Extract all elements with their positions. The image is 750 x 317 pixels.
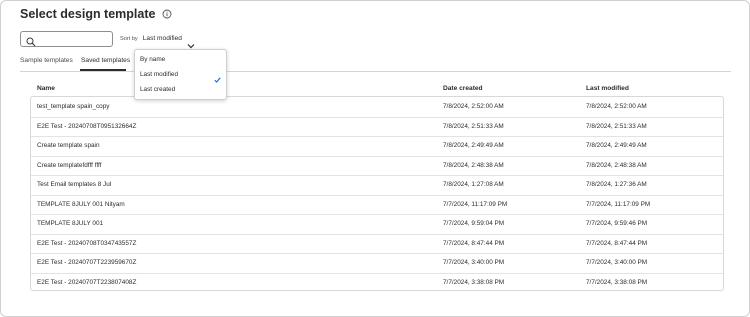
sort-control[interactable]: Sort by Last modified [120,35,195,48]
table-row[interactable]: Create templatefdfff ffff 7/8/2024, 2:48… [31,156,723,176]
date-created: 7/8/2024, 2:52:00 AM [443,103,504,110]
last-modified: 7/7/2024, 11:17:09 PM [586,200,651,208]
template-name: TEMPLATE 8JULY 001 Nityam [37,200,125,208]
title-row: Select design template [20,7,172,21]
date-created: 7/8/2024, 1:27:08 AM [443,181,504,188]
sort-label: Sort by [120,35,138,42]
info-icon[interactable] [162,9,172,19]
template-name: TEMPLATE 8JULY 001 [37,220,104,227]
last-modified: 7/8/2024, 1:27:36 AM [586,181,647,188]
tab-saved-templates[interactable]: Saved templates [81,57,130,64]
page-title: Select design template [20,7,156,21]
column-header-name[interactable]: Name [37,85,55,92]
template-name: Test Email templates 8 Jul [37,181,112,188]
template-name: E2E Test - 20240707T223959670Z [37,259,137,266]
table-row[interactable]: TEMPLATE 8JULY 001 Nityam 7/7/2024, 11:1… [31,195,723,215]
last-modified: 7/8/2024, 2:49:49 AM [586,142,647,149]
search-input[interactable] [20,31,113,47]
templates-table: test_template spain_copy 7/8/2024, 2:52:… [30,96,724,291]
table-row[interactable]: test_template spain_copy 7/8/2024, 2:52:… [31,97,723,118]
table-row[interactable]: E2E Test - 20240707T223959670Z 7/7/2024,… [31,253,723,274]
table-row[interactable]: Create template spain 7/8/2024, 2:49:49 … [31,136,723,157]
search-icon [26,34,36,47]
date-created: 7/7/2024, 11:17:09 PM [443,200,508,208]
column-header-date-created[interactable]: Date created [443,85,483,92]
tab-sample-templates[interactable]: Sample templates [20,57,73,64]
date-created: 7/7/2024, 3:40:00 PM [443,259,505,266]
table-row[interactable]: Test Email templates 8 Jul 7/8/2024, 1:2… [31,175,723,196]
template-name: test_template spain_copy [37,103,110,110]
last-modified: 7/7/2024, 3:40:00 PM [586,259,648,266]
column-header-last-modified[interactable]: Last modified [586,85,629,92]
active-tab-indicator [80,69,126,71]
chevron-down-icon[interactable] [187,36,195,48]
last-modified: 7/8/2024, 2:51:33 AM [586,122,647,130]
date-created: 7/7/2024, 3:38:08 PM [443,278,505,286]
last-modified: 7/7/2024, 9:59:46 PM [586,220,648,227]
date-created: 7/8/2024, 2:51:33 AM [443,122,504,130]
date-created: 7/8/2024, 2:48:38 AM [443,161,504,169]
table-row[interactable]: E2E Test - 20240708T034743557Z 7/7/2024,… [31,234,723,254]
table-row[interactable]: E2E Test - 20240708T095132664Z 7/8/2024,… [31,117,723,137]
template-dialog: Select design template Sort by Last modi… [0,0,750,317]
template-name: E2E Test - 20240707T223807408Z [37,278,137,286]
last-modified: 7/7/2024, 3:38:08 PM [586,278,648,286]
table-row[interactable]: TEMPLATE 8JULY 001 7/7/2024, 9:59:04 PM … [31,214,723,235]
template-name: Create template spain [37,142,100,149]
template-name: Create templatefdfff ffff [37,161,102,169]
table-row[interactable]: E2E Test - 20240707T223807408Z 7/7/2024,… [31,273,723,291]
date-created: 7/8/2024, 2:49:49 AM [443,142,504,149]
checkmark-icon [214,70,221,83]
sort-value[interactable]: Last modified [143,35,182,42]
template-name: E2E Test - 20240708T034743557Z [37,239,137,247]
last-modified: 7/7/2024, 8:47:44 PM [586,239,648,247]
template-name: E2E Test - 20240708T095132664Z [37,122,137,130]
last-modified: 7/8/2024, 2:52:00 AM [586,103,647,110]
tab-bar: Sample templates Saved templates [20,53,731,72]
sort-option-last-created[interactable]: Last created [140,86,175,93]
date-created: 7/7/2024, 9:59:04 PM [443,220,505,227]
sort-option-last-modified[interactable]: Last modified [140,71,178,78]
date-created: 7/7/2024, 8:47:44 PM [443,239,505,247]
sort-option-by-name[interactable]: By name [140,56,165,63]
sort-menu: By name Last modified Last created [134,49,227,100]
last-modified: 7/8/2024, 2:48:38 AM [586,161,647,169]
